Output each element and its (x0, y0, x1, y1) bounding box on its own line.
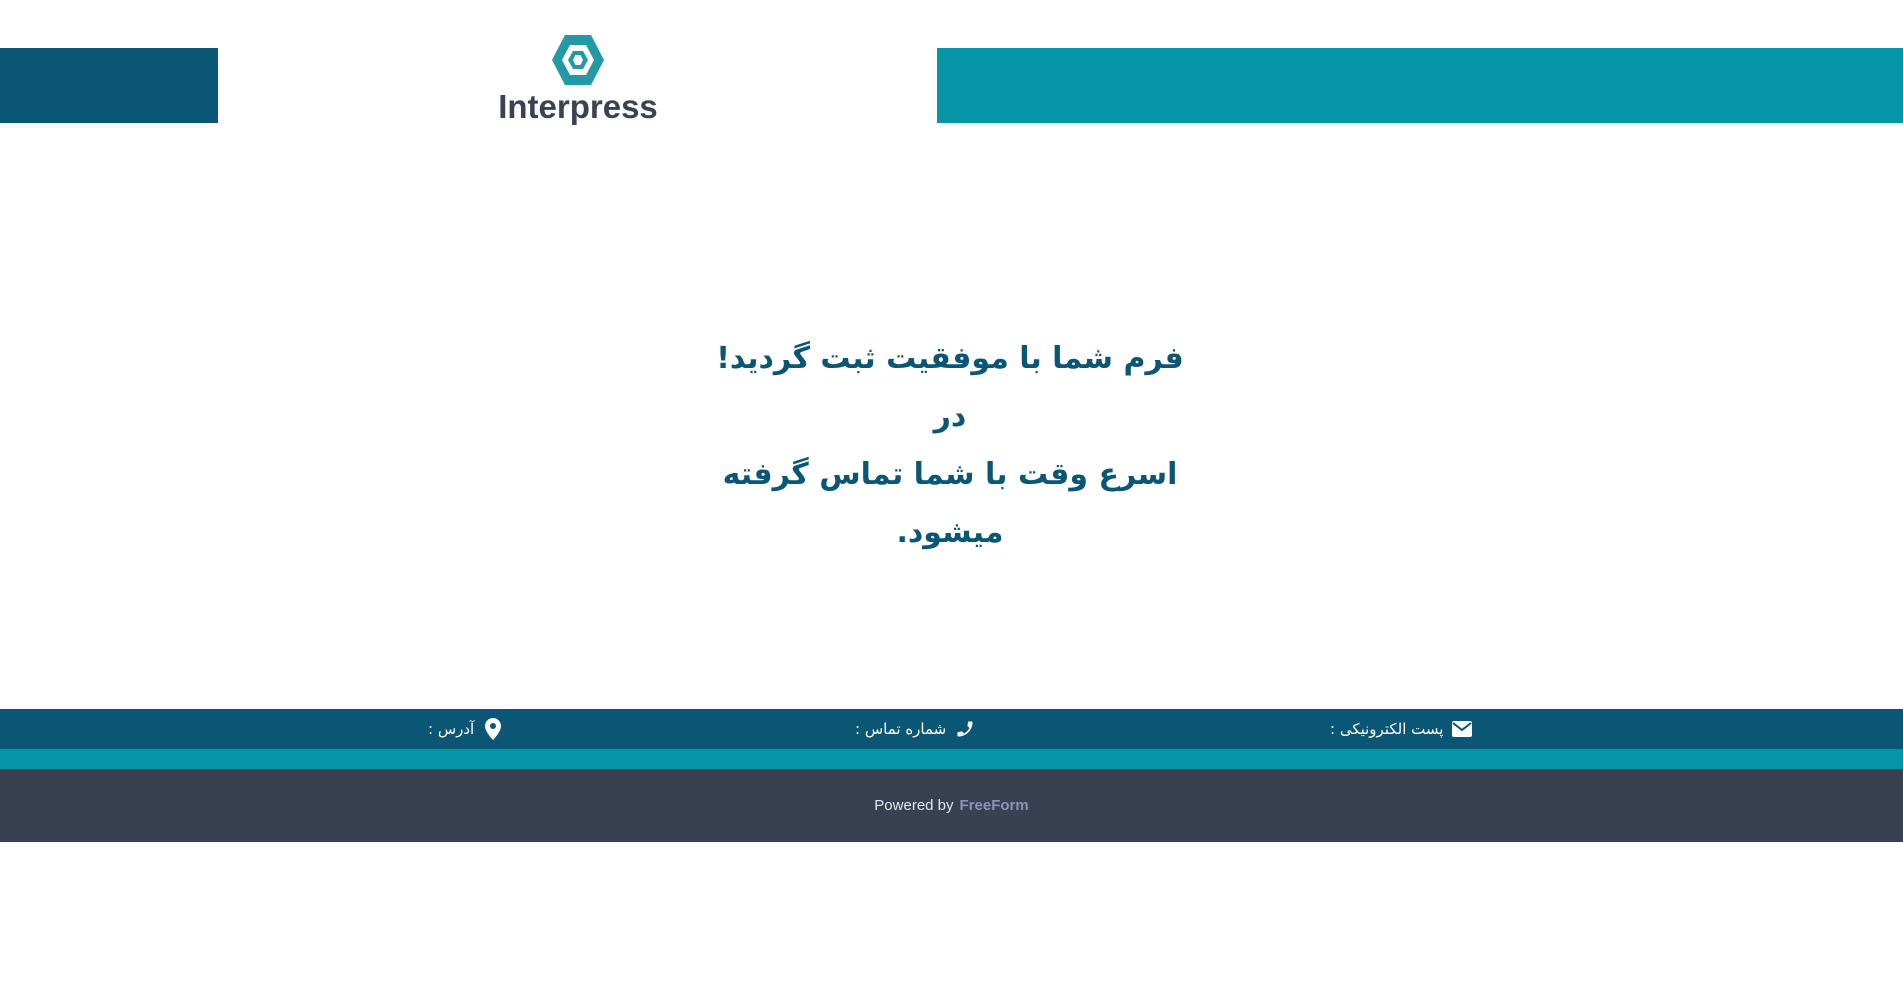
phone-icon (954, 718, 976, 740)
logo[interactable]: Interpress (478, 30, 678, 140)
email-label: پست الکترونیکی : (1330, 720, 1444, 738)
mail-icon (1451, 718, 1473, 740)
hexagon-logo-icon (552, 35, 604, 85)
contact-email: پست الکترونیکی : (1330, 709, 1473, 749)
header-right-bar (937, 48, 1903, 123)
contact-phone: شماره تماس : (855, 709, 976, 749)
powered-by-text: Powered by (874, 797, 954, 814)
logo-text: Interpress (498, 88, 658, 125)
freeform-link[interactable]: FreeForm (960, 797, 1029, 814)
accent-bar (0, 749, 1903, 769)
phone-label: شماره تماس : (855, 720, 947, 738)
location-pin-icon (482, 718, 504, 740)
page: Interpress فرم شما با موفقیت ثبت گردید!د… (0, 0, 1903, 991)
message-line: اسرع وقت با شما تماس گرفته (722, 457, 1178, 492)
contact-bar: پست الکترونیکی : شماره تماس : آدرس : (0, 709, 1903, 749)
header: Interpress (0, 0, 1903, 150)
message-line: فرم شما با موفقیت ثبت گردید!در (716, 341, 1184, 434)
contact-address: آدرس : (428, 709, 504, 749)
header-left-bar (0, 48, 218, 123)
address-label: آدرس : (428, 720, 475, 738)
footer: Powered by FreeForm (0, 769, 1903, 842)
message-line: میشود. (896, 515, 1004, 550)
success-message: فرم شما با موفقیت ثبت گردید!در اسرع وقت … (700, 330, 1200, 562)
